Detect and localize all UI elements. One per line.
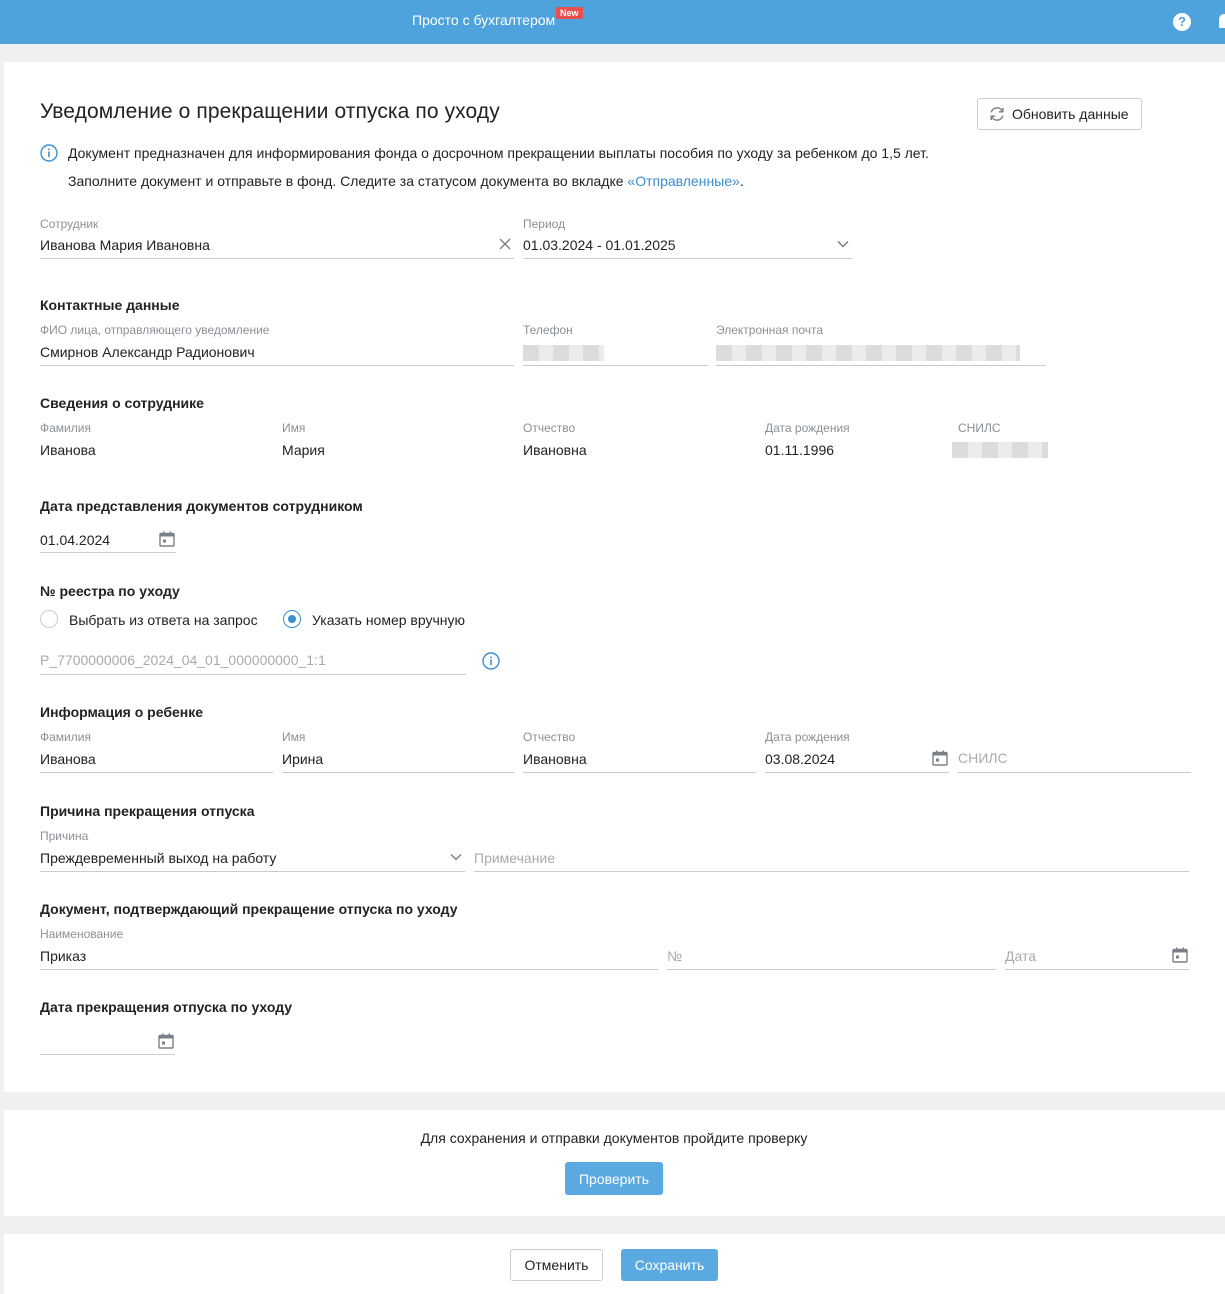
child-section-title: Информация о ребенке bbox=[40, 704, 204, 720]
child-lastname-underline bbox=[40, 772, 273, 773]
registry-option-from-response-radio[interactable] bbox=[40, 610, 58, 628]
cancel-button[interactable]: Отменить bbox=[510, 1249, 603, 1281]
chevron-down-icon[interactable] bbox=[837, 240, 849, 248]
top-bar: Просто с бухгалтером New ? bbox=[0, 0, 1225, 44]
end-date-calendar-icon[interactable] bbox=[158, 1033, 174, 1049]
reason-note-input[interactable]: Примечание bbox=[474, 850, 555, 866]
clear-icon[interactable] bbox=[499, 238, 511, 250]
emp-lastname-label: Фамилия bbox=[40, 421, 91, 435]
emp-snils-value-redacted bbox=[952, 442, 1048, 458]
reason-note-underline bbox=[474, 871, 1189, 872]
phone-underline bbox=[523, 365, 708, 366]
phone-value-redacted[interactable] bbox=[523, 345, 604, 361]
document-date-input[interactable]: Дата bbox=[1005, 948, 1036, 964]
emp-birth-label: Дата рождения bbox=[765, 421, 850, 435]
emp-firstname-label: Имя bbox=[282, 421, 306, 435]
emp-middlename-label: Отчество bbox=[523, 421, 576, 435]
emp-firstname-value: Мария bbox=[282, 442, 325, 458]
calendar-icon[interactable] bbox=[159, 531, 175, 547]
submit-date-value[interactable]: 01.04.2024 bbox=[40, 532, 110, 548]
fio-value[interactable]: Смирнов Александр Радионович bbox=[40, 344, 255, 360]
document-number-input[interactable]: № bbox=[667, 948, 682, 964]
document-name-label: Наименование bbox=[40, 927, 124, 941]
child-lastname-label: Фамилия bbox=[40, 730, 91, 744]
document-number-underline bbox=[667, 969, 996, 970]
registry-option-from-response-label[interactable]: Выбрать из ответа на запрос bbox=[69, 612, 258, 628]
period-underline bbox=[523, 258, 852, 259]
registry-number-input[interactable]: P_7700000006_2024_04_01_000000000_1:1 bbox=[40, 652, 326, 668]
email-label: Электронная почта bbox=[716, 323, 824, 337]
contacts-section-title: Контактные данные bbox=[40, 297, 180, 313]
info-line-2-suffix: . bbox=[739, 173, 744, 189]
child-birth-underline bbox=[765, 772, 949, 773]
info-icon bbox=[40, 144, 58, 162]
submit-date-section-title: Дата представления документов сотруднико… bbox=[40, 498, 363, 514]
emp-snils-label: СНИЛС bbox=[958, 421, 1001, 435]
document-date-underline bbox=[1005, 969, 1189, 970]
registry-section-title: № реестра по уходу bbox=[40, 583, 180, 599]
child-firstname-label: Имя bbox=[282, 730, 306, 744]
employee-value[interactable]: Иванова Мария Ивановна bbox=[40, 237, 210, 253]
child-birth-calendar-icon[interactable] bbox=[932, 750, 948, 766]
help-icon[interactable]: ? bbox=[1173, 13, 1191, 31]
child-firstname-value[interactable]: Ирина bbox=[282, 751, 323, 767]
page-title: Уведомление о прекращении отпуска по ухо… bbox=[40, 100, 500, 123]
info-line-1: Документ предназначен для информирования… bbox=[68, 145, 929, 161]
employee-underline bbox=[40, 258, 514, 259]
reason-label: Причина bbox=[40, 829, 89, 843]
end-date-section-title: Дата прекращения отпуска по уходу bbox=[40, 999, 293, 1015]
child-birth-label: Дата рождения bbox=[765, 730, 850, 744]
reason-chevron-down-icon[interactable] bbox=[450, 853, 462, 861]
form-panel bbox=[4, 62, 1225, 1092]
period-label: Период bbox=[523, 217, 566, 231]
child-middlename-label: Отчество bbox=[523, 730, 576, 744]
reason-value[interactable]: Преждевременный выход на работу bbox=[40, 850, 276, 866]
refresh-label: Обновить данные bbox=[1012, 106, 1129, 122]
emp-middlename-value: Ивановна bbox=[523, 442, 587, 458]
emp-birth-value: 01.11.1996 bbox=[765, 442, 835, 458]
check-text: Для сохранения и отправки документов про… bbox=[420, 1130, 808, 1146]
registry-info-icon[interactable] bbox=[482, 652, 500, 670]
child-middlename-underline bbox=[523, 772, 756, 773]
new-badge: New bbox=[556, 7, 583, 19]
info-line-2: Заполните документ и отправьте в фонд. С… bbox=[68, 173, 744, 189]
child-snils-underline bbox=[958, 772, 1191, 773]
email-underline bbox=[716, 365, 1046, 366]
fio-label: ФИО лица, отправляющего уведомление bbox=[40, 323, 270, 337]
refresh-data-button[interactable]: Обновить данные bbox=[977, 98, 1142, 130]
reason-underline bbox=[40, 871, 465, 872]
end-date-underline bbox=[40, 1054, 175, 1055]
employee-label: Сотрудник bbox=[40, 217, 99, 231]
document-section-title: Документ, подтверждающий прекращение отп… bbox=[40, 901, 458, 917]
save-button[interactable]: Сохранить bbox=[621, 1249, 718, 1281]
child-middlename-value[interactable]: Ивановна bbox=[523, 751, 587, 767]
reason-section-title: Причина прекращения отпуска bbox=[40, 803, 255, 819]
employee-info-section-title: Сведения о сотруднике bbox=[40, 395, 204, 411]
child-snils-input[interactable]: СНИЛС bbox=[958, 750, 1008, 766]
info-line-2-prefix: Заполните документ и отправьте в фонд. С… bbox=[68, 173, 628, 189]
footer-panel bbox=[4, 1234, 1225, 1294]
registry-option-manual-radio[interactable] bbox=[283, 610, 301, 628]
refresh-icon bbox=[990, 107, 1004, 121]
registry-option-manual-label[interactable]: Указать номер вручную bbox=[312, 612, 465, 628]
app-title[interactable]: Просто с бухгалтером bbox=[412, 12, 555, 28]
document-name-value[interactable]: Приказ bbox=[40, 948, 86, 964]
phone-label: Телефон bbox=[523, 323, 573, 337]
period-value[interactable]: 01.03.2024 - 01.01.2025 bbox=[523, 237, 676, 253]
sent-tab-link[interactable]: «Отправленные» bbox=[627, 173, 739, 189]
document-date-calendar-icon[interactable] bbox=[1172, 947, 1188, 963]
fio-underline bbox=[40, 365, 514, 366]
submit-date-underline bbox=[40, 552, 176, 553]
document-name-underline bbox=[40, 969, 658, 970]
email-value-redacted[interactable] bbox=[716, 345, 1020, 361]
child-firstname-underline bbox=[282, 772, 514, 773]
bell-icon[interactable] bbox=[1219, 14, 1225, 28]
child-birth-value[interactable]: 03.08.2024 bbox=[765, 751, 835, 767]
emp-lastname-value: Иванова bbox=[40, 442, 96, 458]
check-button[interactable]: Проверить bbox=[565, 1162, 663, 1195]
registry-underline bbox=[40, 674, 466, 675]
child-lastname-value[interactable]: Иванова bbox=[40, 751, 96, 767]
